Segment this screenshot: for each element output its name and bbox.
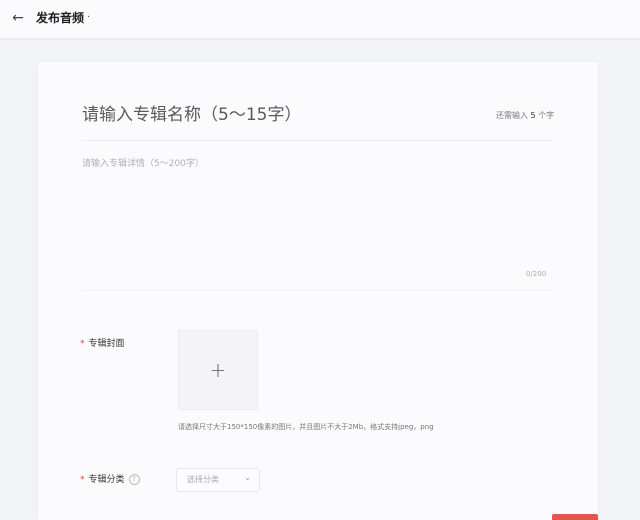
category-label-text: 专辑分类 xyxy=(88,475,125,485)
remaining-chars-hint: 还需输入 5 个字 xyxy=(496,110,554,122)
arrow-left-icon[interactable]: ← xyxy=(10,10,26,26)
divider xyxy=(82,290,552,291)
required-mark: * xyxy=(80,339,85,349)
remaining-suffix: 个字 xyxy=(538,111,555,120)
album-form-card: 还需输入 5 个字 0/200 *专辑封面 + 请选择尺寸大于150*150像素… xyxy=(38,62,598,520)
divider xyxy=(82,140,552,141)
required-mark: * xyxy=(80,475,85,485)
cover-upload-hint: 请选择尺寸大于150*150像素的图片，并且图片不大于2Mb，格式支持jpeg，… xyxy=(178,423,434,431)
album-detail-textarea[interactable] xyxy=(82,156,552,266)
page-title: 发布音频 xyxy=(36,11,85,25)
cover-label-text: 专辑封面 xyxy=(88,339,125,349)
question-circle-icon[interactable]: ? xyxy=(128,474,140,485)
album-name-input[interactable] xyxy=(82,102,462,128)
title-dropdown-indicator[interactable]: · xyxy=(87,10,90,26)
top-bar: ← 发布音频 · xyxy=(0,0,640,38)
category-field-label: * 专辑分类? xyxy=(80,474,140,486)
cover-field-label: * 专辑封面 xyxy=(80,338,125,350)
publish-button[interactable] xyxy=(552,514,598,520)
chevron-down-icon: ⌄ xyxy=(244,473,251,482)
category-select[interactable]: 选择分类 ⌄ xyxy=(176,468,260,492)
plus-icon: + xyxy=(209,358,227,382)
detail-char-counter: 0/200 xyxy=(526,270,547,278)
remaining-prefix: 还需输入 xyxy=(496,111,528,120)
cover-upload-button[interactable]: + xyxy=(178,330,258,410)
remaining-count: 5 xyxy=(530,111,536,120)
category-select-placeholder: 选择分类 xyxy=(187,475,219,484)
